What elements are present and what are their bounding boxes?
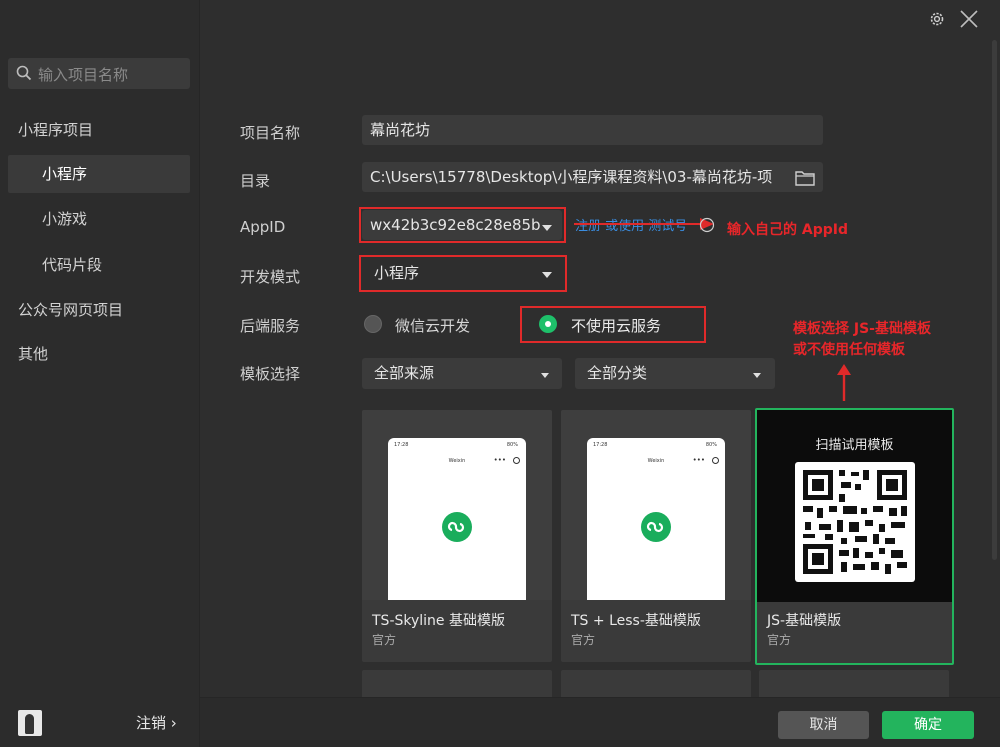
template-preview: 17:28 80% Weixin ••• [362, 410, 552, 600]
appid-label: AppID [240, 218, 286, 236]
phone-mockup: 17:28 80% Weixin ••• [587, 438, 725, 600]
folder-icon[interactable] [795, 170, 815, 186]
source-filter-value: 全部来源 [374, 364, 435, 382]
appid-annotation: 输入自己的 AppId [727, 222, 848, 238]
radio-cloud-dev[interactable] [364, 315, 382, 333]
directory-value: C:\Users\15778\Desktop\小程序课程资料\03-幕尚花坊-项 [370, 168, 773, 186]
template-preview: 17:28 80% Weixin ••• [561, 410, 751, 600]
logout-button[interactable]: 注销 › [136, 712, 177, 733]
capsule-target-icon [712, 457, 719, 464]
template-source: 官方 [767, 633, 792, 647]
template-name: TS-Skyline 基础模版 [372, 613, 505, 629]
capsule-target-icon [513, 457, 520, 464]
more-icon: ••• [692, 456, 705, 464]
source-chevron-down-icon [541, 373, 549, 378]
qr-title: 扫描试用模板 [815, 438, 894, 453]
sidebar: 输入项目名称 小程序项目 小程序 小游戏 代码片段 公众号网页项目 其他 注销 … [0, 0, 200, 747]
template-preview: 扫描试用模板 [757, 410, 952, 602]
template-name: JS-基础模版 [767, 613, 842, 629]
template-card-ts-skyline[interactable]: 17:28 80% Weixin ••• TS-Skyline 基础模版 官方 [362, 410, 552, 662]
template-card-partial[interactable] [759, 670, 949, 700]
search-input[interactable]: 输入项目名称 [8, 58, 190, 89]
sidebar-item-miniprogram[interactable]: 小程序 [8, 155, 190, 193]
template-annotation-line2: 或不使用任何模板 [793, 342, 905, 358]
phone-mockup: 17:28 80% Weixin ••• [388, 438, 526, 600]
template-card-partial[interactable] [561, 670, 751, 700]
backend-label: 后端服务 [240, 317, 301, 335]
phone-battery: 80% [705, 442, 717, 448]
appid-highlight-box [359, 207, 566, 243]
template-name: TS + Less-基础模版 [571, 613, 701, 629]
category-filter-value: 全部分类 [587, 364, 648, 382]
qr-code-icon [795, 462, 915, 582]
template-source: 官方 [571, 633, 596, 647]
close-icon[interactable] [958, 8, 980, 30]
radio-cloud-dev-label[interactable]: 微信云开发 [395, 315, 470, 336]
directory-label: 目录 [240, 172, 271, 190]
project-name-label: 项目名称 [240, 124, 301, 142]
dev-mode-highlight-box [359, 255, 567, 292]
more-icon: ••• [493, 456, 506, 464]
directory-input[interactable]: C:\Users\15778\Desktop\小程序课程资料\03-幕尚花坊-项 [362, 162, 823, 192]
scrollbar[interactable] [992, 40, 997, 560]
template-card-partial[interactable] [362, 670, 552, 700]
cancel-button[interactable]: 取消 [778, 711, 869, 739]
phone-battery: 80% [506, 442, 518, 448]
sidebar-item-official-account-web[interactable]: 公众号网页项目 [8, 291, 190, 329]
dev-mode-label: 开发模式 [240, 268, 301, 286]
annotation-arrow [574, 217, 715, 233]
miniprogram-logo-icon [442, 512, 472, 542]
template-card-js-basic[interactable]: 扫描试用模板 JS-基础模版 官方 [755, 408, 954, 665]
miniprogram-logo-icon [641, 512, 671, 542]
search-placeholder: 输入项目名称 [38, 66, 129, 84]
template-annotation-line1: 模板选择 JS-基础模板 [793, 321, 931, 337]
source-filter-select[interactable]: 全部来源 [362, 358, 562, 389]
footer-bar [200, 697, 1000, 747]
confirm-button[interactable]: 确定 [882, 711, 974, 739]
sidebar-item-code-snippet[interactable]: 代码片段 [8, 246, 190, 284]
phone-time: 17:28 [593, 442, 608, 448]
annotation-up-arrow [837, 364, 851, 401]
backend-highlight-box [520, 306, 706, 343]
category-filter-select[interactable]: 全部分类 [575, 358, 775, 389]
project-name-input[interactable]: 幕尚花坊 [362, 115, 823, 145]
gear-icon[interactable] [928, 10, 946, 28]
phone-time: 17:28 [394, 442, 409, 448]
category-chevron-down-icon [753, 373, 761, 378]
sidebar-item-other[interactable]: 其他 [8, 335, 190, 373]
avatar[interactable] [18, 710, 42, 736]
search-icon [16, 65, 32, 81]
template-label: 模板选择 [240, 365, 301, 383]
template-card-ts-less[interactable]: 17:28 80% Weixin ••• TS + Less-基础模版 官方 [561, 410, 751, 662]
sidebar-item-minigame[interactable]: 小游戏 [8, 200, 190, 238]
sidebar-item-miniprogram-project[interactable]: 小程序项目 [8, 111, 190, 149]
template-source: 官方 [372, 633, 397, 647]
